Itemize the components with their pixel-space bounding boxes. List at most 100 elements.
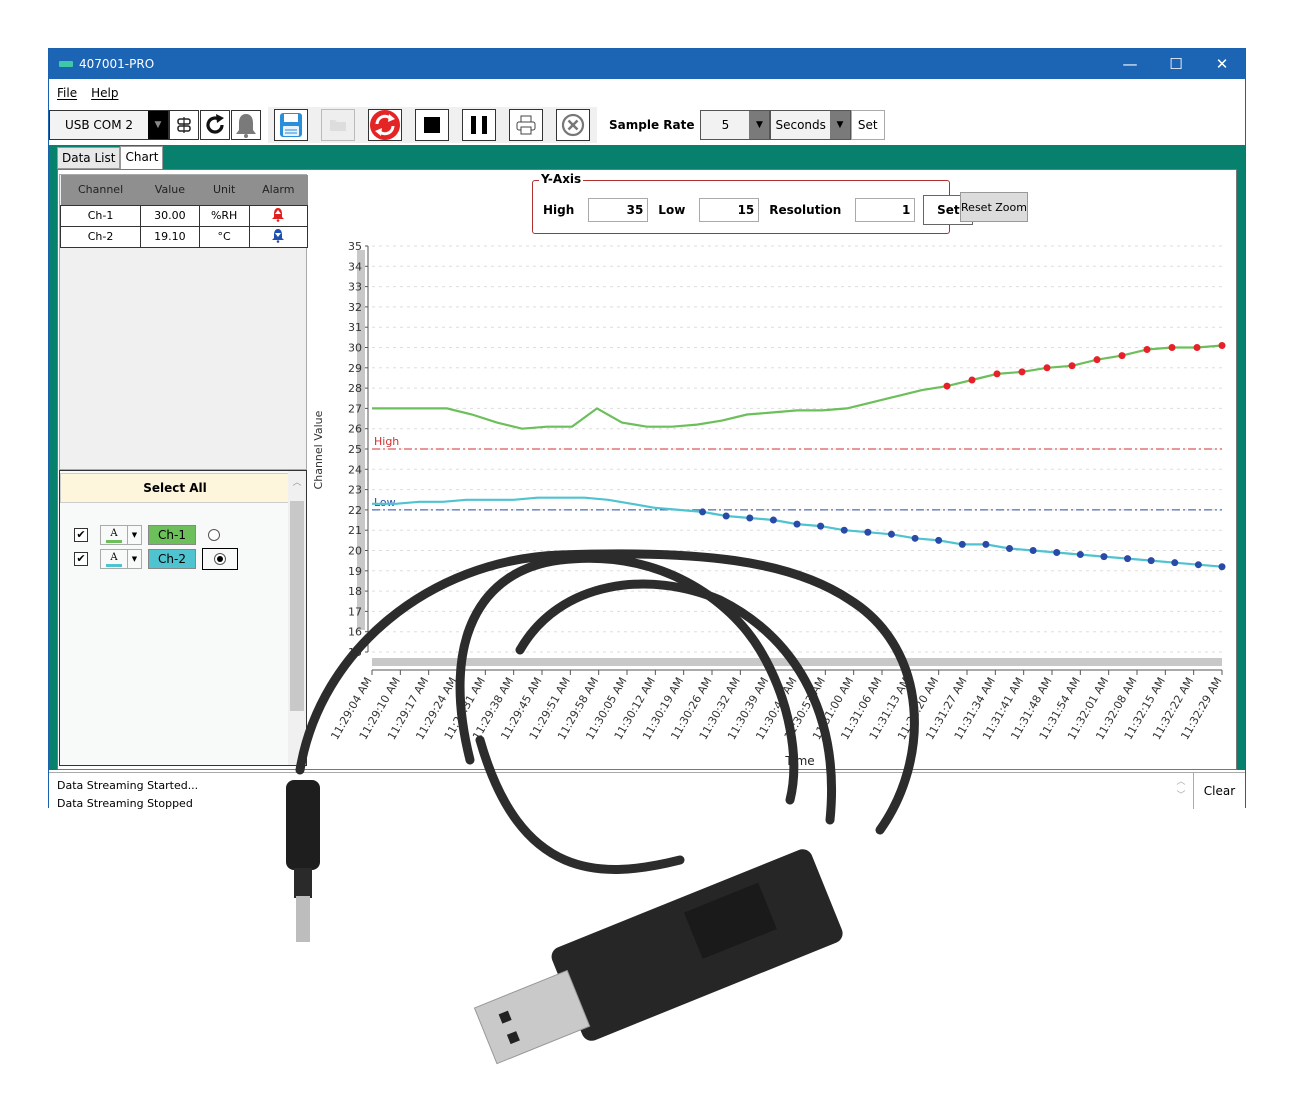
table-row: Ch-2 19.10 °C — [59, 225, 309, 248]
line-chart[interactable]: Channel Value 15 16 17 18 19 20 21 22 23 24 25 26 27 2… — [310, 170, 1236, 770]
x-axis-title: Time — [784, 754, 814, 768]
cell-channel: Ch-1 — [59, 204, 142, 227]
tab-data-list[interactable]: Data List — [57, 147, 121, 169]
data-point — [1053, 549, 1061, 557]
y-high-input[interactable] — [588, 198, 649, 222]
chart-area: Channel Value 15 16 17 18 19 20 21 22 23 24 25 26 27 2… — [310, 170, 1236, 770]
tab-chart[interactable]: Chart — [120, 146, 164, 169]
y-low-input[interactable] — [699, 198, 760, 222]
open-button[interactable] — [321, 109, 355, 141]
chevron-down-icon[interactable]: ▼ — [127, 550, 141, 568]
y-tick-label: 30 — [348, 342, 362, 355]
left-panel: Channel Value Unit Alarm Ch-1 30.00 %RH — [58, 170, 309, 770]
ch2-visible-checkbox[interactable]: ✔ — [74, 552, 88, 566]
tab-strip: Data List Chart — [49, 145, 1245, 169]
low-alarm-bell-icon — [272, 228, 285, 243]
data-point — [722, 512, 730, 520]
channel-list-scrollbar[interactable]: ︿ — [288, 471, 306, 765]
data-point — [887, 530, 895, 538]
data-point — [1143, 346, 1151, 354]
chevron-down-icon[interactable]: ▼ — [127, 526, 141, 544]
y-tick-label: 18 — [348, 585, 362, 598]
ch1-radio[interactable] — [208, 529, 220, 541]
y-tick-label: 15 — [348, 646, 362, 659]
data-point — [958, 540, 966, 548]
menu-file[interactable]: File — [57, 86, 77, 100]
y-tick-label: 26 — [348, 423, 362, 436]
cell-channel: Ch-2 — [59, 225, 142, 248]
table-row: Ch-1 30.00 %RH — [59, 204, 309, 227]
alarm-button[interactable] — [231, 110, 261, 140]
y-low-label: Low — [658, 203, 686, 217]
maximize-button[interactable]: ☐ — [1153, 49, 1199, 79]
status-log-text: Data Streaming Started... Data Streaming… — [57, 777, 198, 809]
refresh-button[interactable] — [200, 110, 230, 140]
column-header-value: Value — [140, 175, 200, 205]
y-high-label: High — [543, 203, 575, 217]
x-zoom-scrollbar — [372, 658, 1222, 666]
menu-help[interactable]: Help — [91, 86, 118, 100]
y-tick-label: 32 — [348, 301, 362, 314]
data-point — [840, 526, 848, 534]
cell-alarm — [248, 204, 309, 227]
sample-rate-select[interactable]: 5 ▼ — [700, 110, 771, 140]
y-axis-settings: Y-Axis High Low Resolution Set — [532, 172, 974, 234]
y-tick-label: 21 — [348, 524, 362, 537]
menu-bar: File Help — [49, 79, 1245, 107]
ch2-color-picker[interactable]: A ▼ — [100, 549, 142, 569]
ch2-radio[interactable] — [214, 553, 226, 565]
sync-button[interactable] — [368, 109, 402, 141]
com-port-select[interactable]: USB COM 2 ▼ — [49, 110, 169, 140]
data-point — [793, 520, 801, 528]
font-color-icon: A — [101, 526, 127, 544]
y-tick-label: 17 — [348, 605, 362, 618]
chevron-down-icon[interactable]: ▼ — [148, 111, 168, 139]
y-tick-label: 34 — [348, 260, 362, 273]
chevron-down-icon[interactable]: ▼ — [829, 111, 850, 139]
close-session-button[interactable] — [556, 109, 590, 141]
pause-button[interactable] — [462, 109, 496, 141]
ch1-visible-checkbox[interactable]: ✔ — [74, 528, 88, 542]
column-header-unit: Unit — [199, 175, 250, 205]
y-resolution-input[interactable] — [855, 198, 916, 222]
minimize-button[interactable]: — — [1107, 49, 1153, 79]
reset-zoom-button[interactable]: Reset Zoom — [960, 192, 1028, 222]
app-window: 407001-PRO — ☐ ✕ File Help USB COM 2 ▼ S… — [48, 48, 1246, 809]
y-tick-label: 20 — [348, 545, 362, 558]
sample-rate-unit-select[interactable]: Seconds ▼ — [770, 110, 851, 140]
clear-log-button[interactable]: Clear — [1193, 773, 1245, 809]
series-line-ch-2 — [372, 496, 1223, 568]
y-tick-label: 22 — [348, 504, 362, 517]
chart-tab-content: Channel Value Unit Alarm Ch-1 30.00 %RH — [57, 169, 1237, 770]
sync-icon — [370, 110, 400, 140]
high-alarm-bell-icon — [272, 207, 285, 222]
y-tick-label: 31 — [348, 321, 362, 334]
y-tick-label: 27 — [348, 402, 362, 415]
y-tick-label: 29 — [348, 362, 362, 375]
chevron-up-icon[interactable]: ︿ — [288, 475, 306, 488]
y-resolution-label: Resolution — [769, 203, 842, 217]
data-point — [1194, 561, 1202, 569]
print-button[interactable] — [509, 109, 543, 141]
data-point — [1100, 553, 1108, 561]
data-point — [968, 376, 976, 384]
data-point — [746, 514, 754, 522]
y-axis-legend: Y-Axis — [539, 172, 584, 186]
chevron-down-icon[interactable]: ▼ — [749, 111, 770, 139]
close-button[interactable]: ✕ — [1199, 49, 1245, 79]
stop-icon — [424, 117, 440, 133]
stop-button[interactable] — [415, 109, 449, 141]
disconnect-icon — [177, 117, 191, 133]
data-point — [1018, 368, 1026, 376]
disconnect-button[interactable] — [169, 110, 199, 140]
data-point — [1006, 544, 1013, 552]
alarm-label-low: Low — [374, 496, 396, 509]
print-icon — [516, 115, 536, 135]
ch1-color-picker[interactable]: A ▼ — [100, 525, 142, 545]
sample-rate-set-button[interactable]: Set — [850, 110, 885, 140]
scrollbar-thumb[interactable] — [290, 501, 304, 711]
select-all-button[interactable]: Select All — [60, 473, 290, 503]
status-scroll[interactable]: ︿ ﹀ — [1171, 775, 1191, 807]
data-point — [1193, 344, 1201, 351]
save-button[interactable] — [274, 109, 308, 141]
